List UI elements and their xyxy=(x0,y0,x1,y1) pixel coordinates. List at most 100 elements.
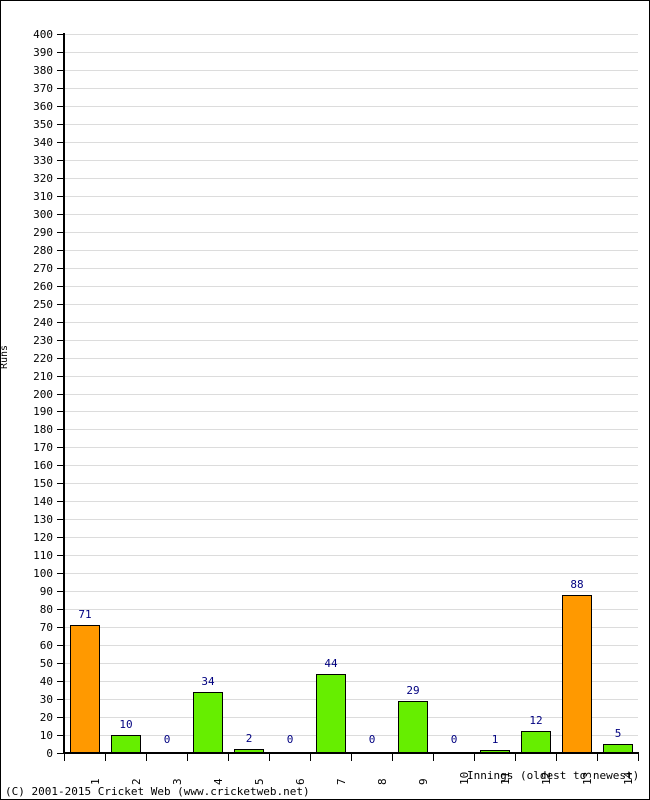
gridline xyxy=(64,519,638,521)
gridline xyxy=(64,87,638,89)
x-axis-tick xyxy=(515,754,516,761)
gridline xyxy=(64,285,638,287)
y-axis-tick xyxy=(57,105,64,107)
y-axis-tick-label: 90 xyxy=(39,585,53,599)
y-axis-tick-label: 390 xyxy=(33,45,53,59)
y-axis-tick-label: 10 xyxy=(39,729,53,743)
gridline xyxy=(64,375,638,377)
y-axis-tick xyxy=(57,123,64,125)
chart-bar xyxy=(316,674,346,753)
x-axis-tick xyxy=(146,754,147,761)
y-axis-tick-label: 220 xyxy=(33,351,53,365)
y-axis-tick xyxy=(57,411,64,413)
y-axis-tick-label: 160 xyxy=(33,459,53,473)
y-axis-tick xyxy=(57,303,64,305)
x-axis-tick-label: 2 xyxy=(129,778,143,785)
y-axis-tick xyxy=(57,213,64,215)
y-axis-tick xyxy=(57,429,64,431)
y-axis-tick-label: 370 xyxy=(33,81,53,95)
gridline xyxy=(64,537,638,539)
y-axis-tick-label: 140 xyxy=(33,495,53,509)
y-axis-tick xyxy=(57,34,64,35)
x-axis-title: Innings (oldest to newest) xyxy=(467,769,640,782)
gridline xyxy=(64,249,638,251)
gridline xyxy=(64,555,638,557)
bar-value-label: 34 xyxy=(201,675,215,688)
y-axis-tick-label: 150 xyxy=(33,477,53,491)
y-axis-tick xyxy=(57,501,64,503)
x-axis-tick xyxy=(474,754,475,761)
y-axis-tick xyxy=(57,663,64,665)
y-axis-tick-label: 400 xyxy=(33,28,53,41)
gridline xyxy=(64,339,638,341)
y-axis-tick xyxy=(57,591,64,593)
gridline xyxy=(64,357,638,359)
y-axis-tick-label: 80 xyxy=(39,603,53,617)
y-axis-tick xyxy=(57,537,64,539)
bar-value-label: 1 xyxy=(491,733,499,746)
x-axis-tick xyxy=(269,754,270,761)
y-axis-tick xyxy=(57,375,64,377)
y-axis-tick xyxy=(57,195,64,197)
y-axis-tick xyxy=(57,339,64,341)
x-axis-tick-label: 12 xyxy=(539,771,553,785)
x-axis-tick-label: 13 xyxy=(580,771,594,785)
bar-value-label: 88 xyxy=(570,578,584,591)
gridline xyxy=(64,303,638,305)
x-axis-tick-label: 1 xyxy=(88,778,102,785)
y-axis-tick xyxy=(57,177,64,179)
chart-bar xyxy=(398,701,428,753)
gridline xyxy=(64,231,638,233)
gridline xyxy=(64,447,638,449)
y-axis-tick-label: 320 xyxy=(33,171,53,185)
y-axis-tick-label: 250 xyxy=(33,297,53,311)
x-axis-tick xyxy=(556,754,557,761)
y-axis-tick-label: 40 xyxy=(39,675,53,689)
gridline xyxy=(64,195,638,197)
x-axis-tick xyxy=(351,754,352,761)
y-axis-tick xyxy=(57,267,64,269)
gridline xyxy=(64,123,638,125)
y-axis-tick-label: 310 xyxy=(33,189,53,203)
gridline xyxy=(64,609,638,611)
x-axis-tick xyxy=(638,754,639,761)
gridline xyxy=(64,501,638,503)
y-axis-tick-label: 180 xyxy=(33,423,53,437)
bar-value-label: 12 xyxy=(529,714,543,727)
bar-value-label: 44 xyxy=(324,657,338,670)
y-axis-tick xyxy=(57,159,64,161)
gridline xyxy=(64,69,638,71)
y-axis-tick xyxy=(57,285,64,287)
x-axis-tick xyxy=(105,754,106,761)
x-axis-tick-label: 4 xyxy=(211,778,225,785)
gridline xyxy=(64,267,638,269)
y-axis-tick xyxy=(57,483,64,485)
x-axis-tick-label: 8 xyxy=(375,778,389,785)
y-axis-tick-label: 110 xyxy=(33,549,53,563)
y-axis-tick xyxy=(57,753,64,754)
chart-bar xyxy=(562,595,592,753)
x-axis-tick-label: 5 xyxy=(252,778,266,785)
gridline xyxy=(64,321,638,323)
y-axis-tick-label: 340 xyxy=(33,135,53,149)
gridline xyxy=(64,34,638,35)
gridline xyxy=(64,51,638,53)
x-axis-tick-label: 11 xyxy=(498,771,512,785)
x-axis-tick-label: 9 xyxy=(416,778,430,785)
y-axis-tick-label: 0 xyxy=(46,747,53,760)
y-axis-tick-label: 300 xyxy=(33,207,53,221)
gridline xyxy=(64,411,638,413)
y-axis-tick-label: 240 xyxy=(33,315,53,329)
y-axis-tick xyxy=(57,249,64,251)
y-axis-tick-label: 210 xyxy=(33,369,53,383)
y-axis-tick-label: 270 xyxy=(33,261,53,275)
y-axis-tick xyxy=(57,321,64,323)
y-axis-tick-label: 130 xyxy=(33,513,53,527)
y-axis-tick xyxy=(57,717,64,719)
chart-bar xyxy=(111,735,141,753)
bar-value-label: 5 xyxy=(614,727,622,740)
y-axis-tick xyxy=(57,519,64,521)
gridline xyxy=(64,483,638,485)
y-axis-tick-label: 50 xyxy=(39,657,53,671)
bar-value-label: 71 xyxy=(78,608,92,621)
